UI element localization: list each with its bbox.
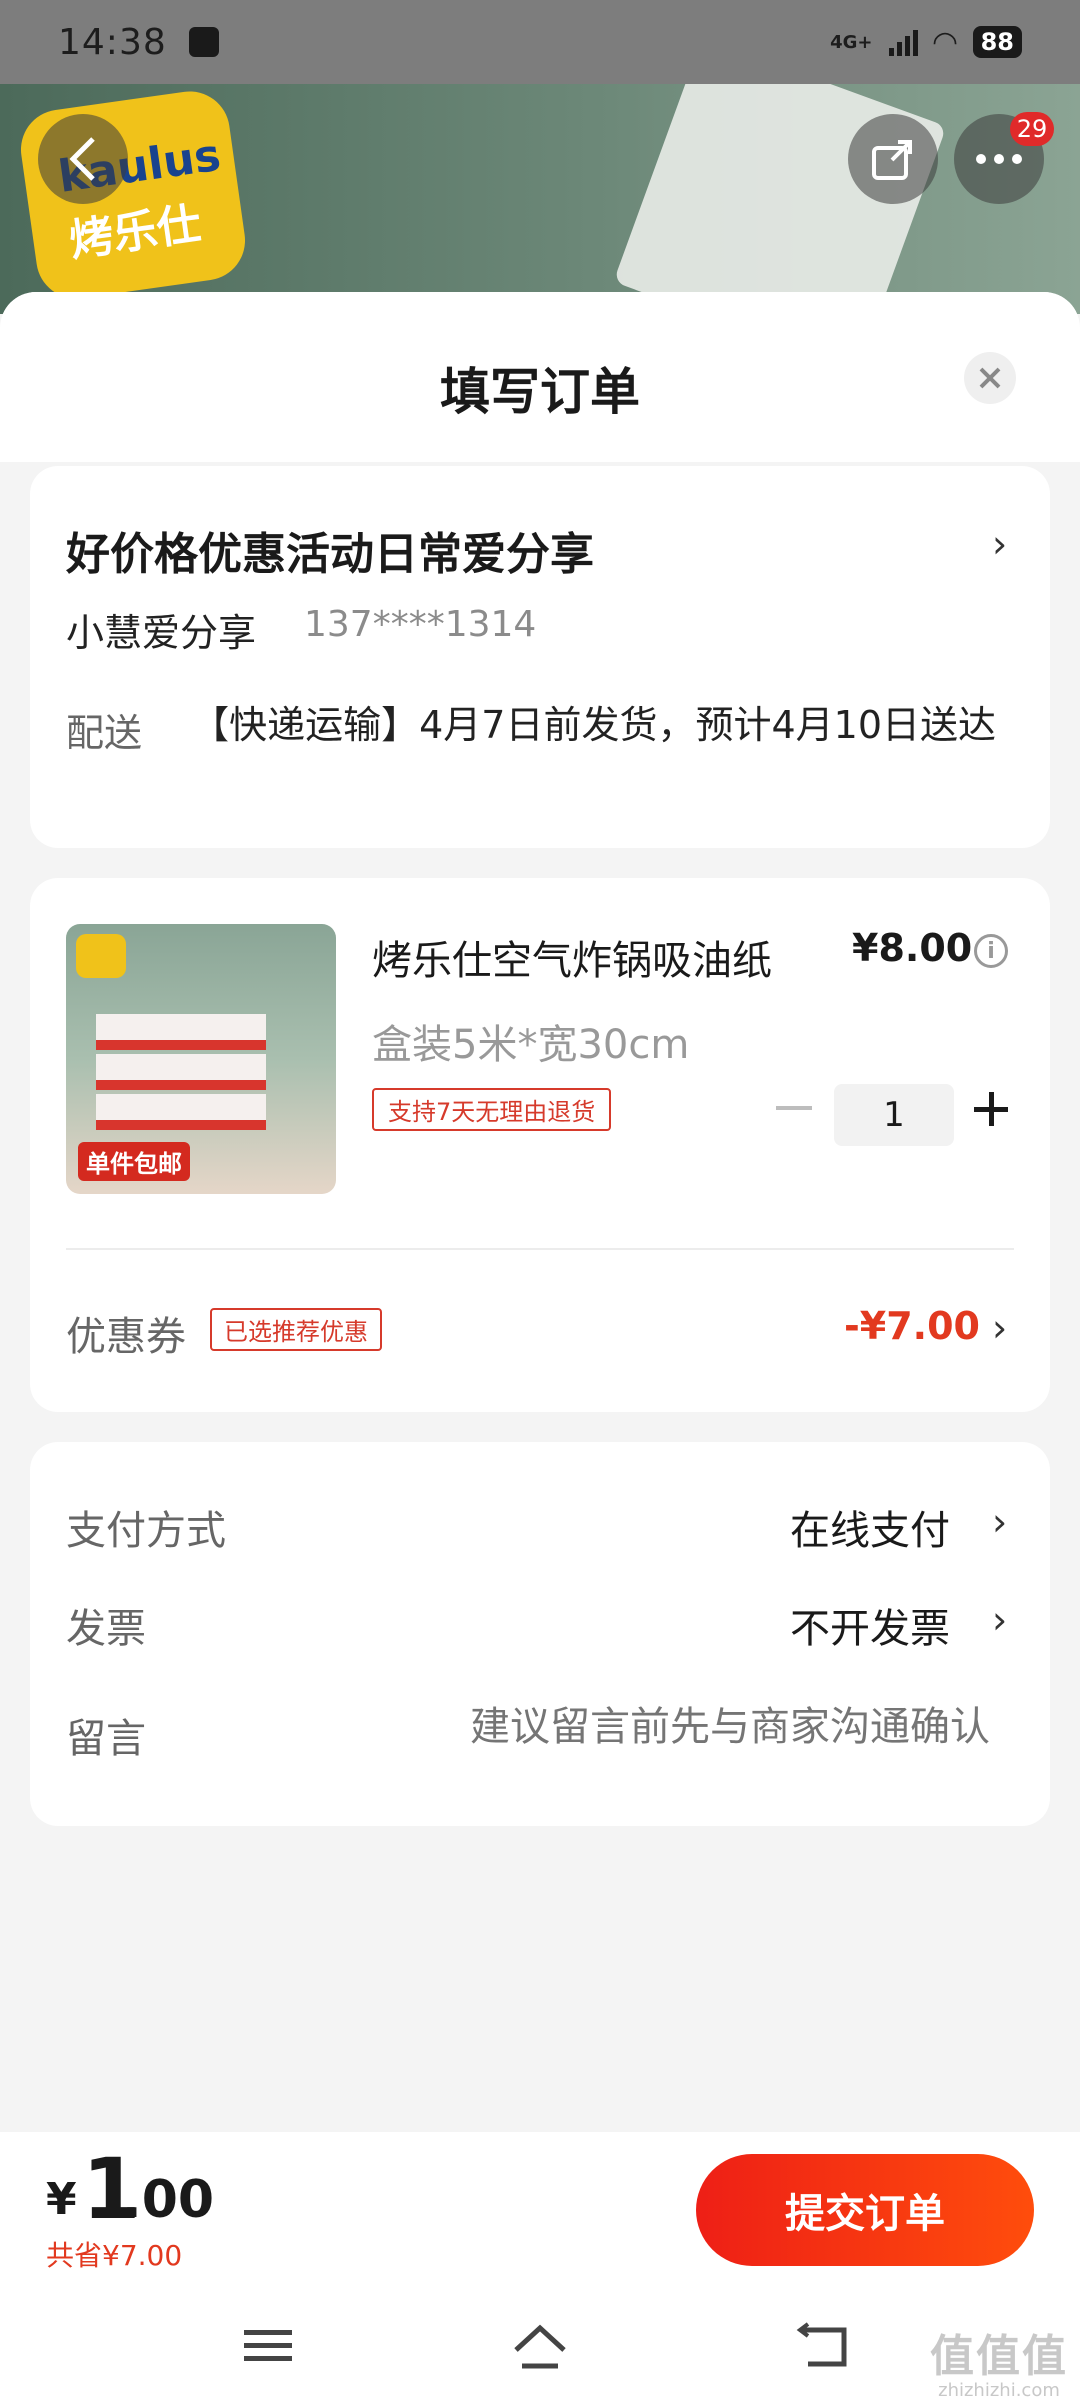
watermark-big: 值值值	[930, 2331, 1068, 2382]
increase-quantity-button[interactable]	[974, 1090, 1014, 1130]
message-notification-icon	[188, 27, 219, 57]
info-icon[interactable]: i	[974, 934, 1008, 968]
address-card[interactable]: 好价格优惠活动日常爱分享 › 小慧爱分享 137****1314 配送 【快递运…	[30, 466, 1050, 848]
chevron-right-icon: ›	[992, 522, 1008, 566]
order-item-card: 单件包邮 烤乐仕空气炸锅吸油纸 ¥8.00 i 盒装5米*宽30cm 支持7天无…	[30, 878, 1050, 1412]
chevron-right-icon[interactable]: ›	[992, 1306, 1007, 1350]
chevron-right-icon[interactable]: ›	[992, 1598, 1007, 1642]
divider	[66, 1248, 1014, 1250]
address-title: 好价格优惠活动日常爱分享	[66, 529, 594, 580]
back-nav-icon[interactable]	[794, 2322, 854, 2382]
product-name: 烤乐仕空气炸锅吸油纸	[372, 938, 772, 984]
product-image-box	[96, 1014, 266, 1050]
coupon-label: 优惠券	[66, 1314, 186, 1360]
order-sheet: 填写订单 好价格优惠活动日常爱分享 › 小慧爱分享 137****1314 配送…	[0, 292, 1080, 2132]
return-policy-tag: 支持7天无理由退货	[372, 1088, 612, 1131]
sheet-header: 填写订单	[0, 292, 1080, 462]
chevron-left-icon	[69, 137, 95, 181]
message-label: 留言	[66, 1716, 146, 1762]
recipient-phone: 137****1314	[304, 604, 537, 645]
system-nav-bar	[0, 2292, 1080, 2408]
invoice-value[interactable]: 不开发票	[790, 1596, 950, 1654]
close-icon	[979, 367, 1001, 389]
product-spec: 盒装5米*宽30cm	[372, 1022, 690, 1068]
total-decimal: .00	[122, 2170, 215, 2230]
battery-icon: 88	[972, 26, 1022, 58]
watermark-small: zhizhizhi.com	[938, 2380, 1060, 2401]
watermark: 值值值 zhizhizhi.com	[924, 2320, 1074, 2401]
shipping-label: 配送	[66, 711, 143, 755]
brand-logo: kaulus 烤乐仕	[15, 86, 251, 304]
status-time: 14:38	[58, 21, 167, 63]
menu-icon[interactable]	[238, 2322, 298, 2382]
chevron-right-icon[interactable]: ›	[992, 1500, 1007, 1544]
more-dots-icon	[976, 154, 1022, 164]
payment-card: 支付方式 在线支付 › 发票 不开发票 › 留言	[30, 1442, 1050, 1826]
coupon-value[interactable]: -¥7.00	[844, 1304, 980, 1348]
close-button[interactable]	[964, 352, 1016, 404]
invoice-label: 发票	[66, 1606, 146, 1652]
network-label: 4G+	[830, 31, 873, 53]
shipping-text: 【快递运输】4月7日前发货，预计4月10日送达	[191, 703, 996, 747]
notification-badge: 29	[1010, 112, 1054, 146]
currency-symbol: ¥	[46, 2174, 77, 2225]
recipient-name: 小慧爱分享	[66, 611, 257, 655]
payment-method-value[interactable]: 在线支付	[790, 1498, 950, 1556]
checkout-bar: ¥ 1 .00 共省¥7.00 提交订单	[0, 2132, 1080, 2292]
product-price: ¥8.00	[852, 926, 973, 970]
share-icon	[872, 140, 912, 180]
share-button[interactable]	[848, 114, 938, 204]
product-image-box	[96, 1054, 266, 1090]
message-input[interactable]	[330, 1704, 990, 1750]
status-bar: 14:38 4G+ ◠ 88	[0, 0, 1080, 84]
product-image-logo	[76, 934, 126, 978]
product-image-tag: 单件包邮	[78, 1142, 190, 1181]
status-indicators: 4G+ ◠ 88	[830, 25, 1022, 60]
sheet-title: 填写订单	[440, 363, 640, 421]
back-button[interactable]	[38, 114, 128, 204]
product-image[interactable]: 单件包邮	[66, 924, 336, 1194]
signal-icon	[888, 28, 918, 56]
coupon-tag: 已选推荐优惠	[210, 1308, 382, 1351]
decrease-quantity-button[interactable]	[776, 1106, 812, 1110]
home-icon[interactable]	[510, 2322, 570, 2382]
wifi-icon: ◠	[933, 24, 957, 60]
payment-method-label: 支付方式	[66, 1508, 226, 1554]
quantity-input[interactable]: 1	[834, 1084, 954, 1146]
saved-amount: 共省¥7.00	[46, 2239, 183, 2272]
product-image-box	[96, 1094, 266, 1130]
submit-order-button[interactable]: 提交订单	[696, 2154, 1034, 2266]
